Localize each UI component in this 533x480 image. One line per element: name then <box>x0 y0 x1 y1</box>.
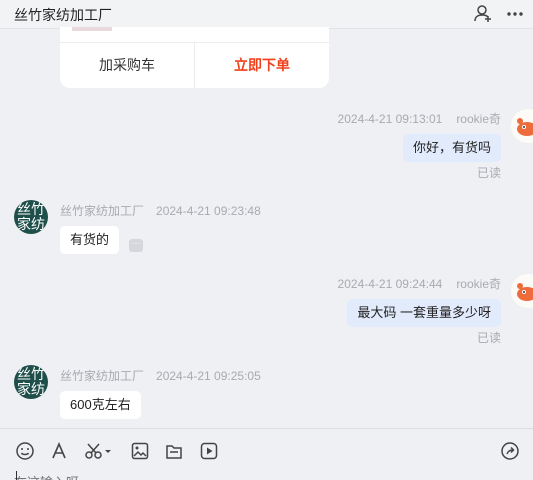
sender-name: rookie奇 <box>456 112 501 126</box>
shop-avatar-text: 家纺 <box>17 381 45 397</box>
compose-toolbar <box>0 428 533 480</box>
shop-avatar-text: 丝竹 <box>17 201 45 217</box>
message-input[interactable] <box>14 472 314 480</box>
order-now-button[interactable]: 立即下单 <box>195 43 329 88</box>
share-icon[interactable] <box>500 441 520 461</box>
message-time: 2024-4-21 09:23:48 <box>156 204 261 218</box>
read-status: 已读 <box>476 166 501 180</box>
file-icon[interactable] <box>164 441 184 461</box>
shop-avatar-text: 家纺 <box>17 216 45 232</box>
sender-name: 丝竹家纺加工厂 <box>60 204 145 218</box>
sender-name: 丝竹家纺加工厂 <box>60 369 145 383</box>
message-more-icon[interactable]: ··· <box>129 239 143 252</box>
text-caret <box>16 471 17 480</box>
message-bubble[interactable]: 有货的 <box>60 226 120 254</box>
video-icon[interactable] <box>199 441 219 461</box>
message-time: 2024-4-21 09:25:05 <box>156 369 261 383</box>
read-status: 已读 <box>476 331 501 345</box>
product-image-edge <box>72 27 112 31</box>
add-user-icon[interactable] <box>473 3 493 23</box>
message-meta: 2024-4-21 09:24:44 rookie奇 <box>338 275 501 292</box>
add-to-cart-button[interactable]: 加采购车 <box>60 43 194 88</box>
sender-name: rookie奇 <box>456 277 501 291</box>
chat-title: 丝竹家纺加工厂 <box>14 7 112 23</box>
chat-header: 丝竹家纺加工厂 <box>0 0 533 29</box>
message-bubble[interactable]: 你好，有货吗 <box>402 134 501 162</box>
message-meta: 丝竹家纺加工厂 2024-4-21 09:25:05 <box>60 367 261 384</box>
message-time: 2024-4-21 09:13:01 <box>337 112 443 126</box>
shop-avatar[interactable]: 丝竹 家纺 <box>14 365 48 399</box>
message-bubble[interactable]: 最大码 一套重量多少呀 <box>347 299 501 327</box>
shop-avatar[interactable]: 丝竹 家纺 <box>14 200 48 234</box>
message-meta: 丝竹家纺加工厂 2024-4-21 09:23:48 <box>60 202 261 219</box>
shop-avatar-text: 丝竹 <box>17 366 45 382</box>
emoji-icon[interactable] <box>15 441 35 461</box>
message-time: 2024-4-21 09:24:44 <box>337 277 443 291</box>
image-icon[interactable] <box>130 441 150 461</box>
message-bubble[interactable]: 600克左右 <box>60 391 141 419</box>
font-icon[interactable] <box>49 441 69 461</box>
user-avatar[interactable] <box>511 274 533 308</box>
product-order-card: 加采购车 立即下单 <box>60 27 329 88</box>
user-avatar[interactable] <box>511 109 533 143</box>
more-icon[interactable] <box>505 3 525 23</box>
message-meta: 2024-4-21 09:13:01 rookie奇 <box>338 110 501 127</box>
scissors-icon[interactable] <box>84 441 114 461</box>
